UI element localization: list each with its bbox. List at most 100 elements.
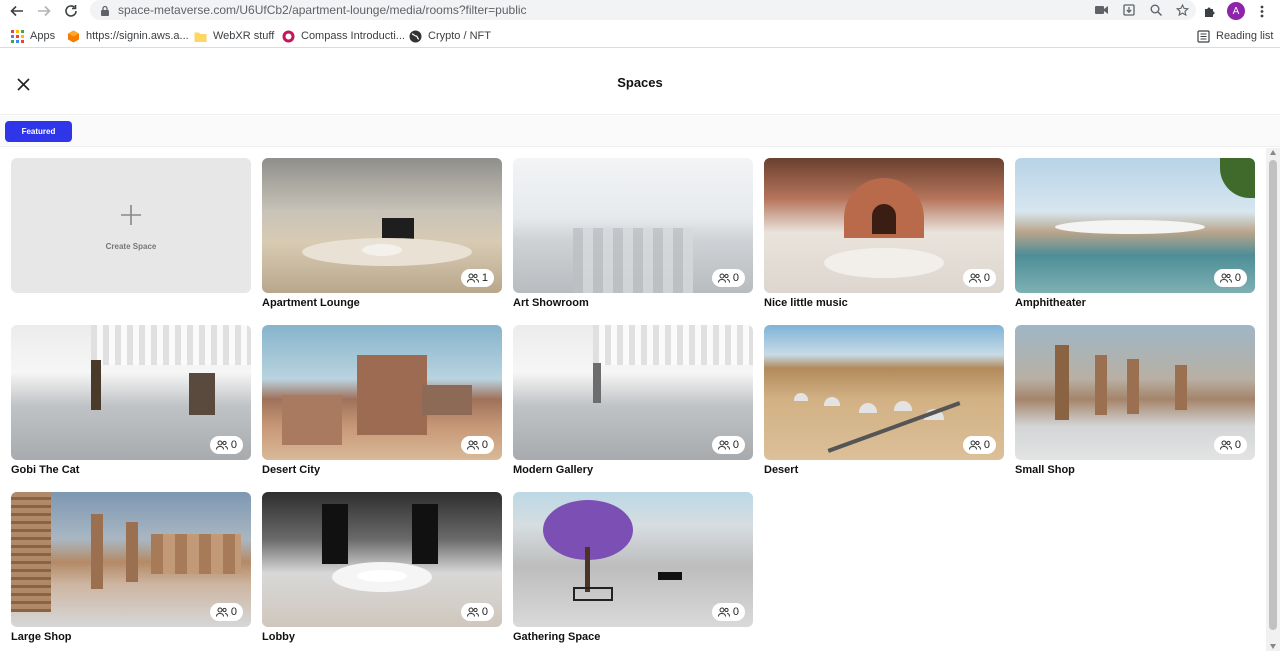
profile-avatar[interactable]: A xyxy=(1226,1,1246,21)
create-space-tile[interactable]: Create Space xyxy=(11,158,251,293)
browser-menu-icon[interactable] xyxy=(1252,1,1272,21)
space-card-modern-gallery[interactable]: 0 Modern Gallery xyxy=(513,315,753,476)
space-thumbnail[interactable]: 0 xyxy=(1015,158,1255,293)
space-thumbnail[interactable]: 0 xyxy=(764,158,1004,293)
camera-icon[interactable] xyxy=(1088,0,1115,20)
browser-toolbar: space-metaverse.com/U6UfCb2/apartment-lo… xyxy=(0,0,1280,22)
space-card-art-showroom[interactable]: 0 Art Showroom xyxy=(513,148,753,309)
spaces-header: Spaces xyxy=(0,49,1280,115)
bookmark-webxr[interactable]: WebXR stuff xyxy=(194,28,274,44)
occupancy-badge: 0 xyxy=(962,269,996,287)
forward-icon[interactable] xyxy=(34,1,54,21)
bookmark-crypto[interactable]: Crypto / NFT xyxy=(409,28,491,44)
space-thumbnail[interactable]: 0 xyxy=(513,492,753,627)
back-icon[interactable] xyxy=(7,1,27,21)
people-icon xyxy=(466,273,479,283)
space-name: Desert xyxy=(764,464,799,476)
space-name: Apartment Lounge xyxy=(262,297,360,309)
space-name: Gobi The Cat xyxy=(11,464,80,476)
occupancy-badge: 0 xyxy=(711,269,745,287)
space-thumbnail[interactable]: 0 xyxy=(11,325,251,460)
plus-icon xyxy=(121,205,141,225)
space-thumbnail[interactable]: 0 xyxy=(262,492,502,627)
people-icon xyxy=(466,607,479,617)
occupancy-badge: 0 xyxy=(460,603,494,621)
tab-featured[interactable]: Featured xyxy=(5,121,72,142)
occupancy-badge: 0 xyxy=(209,436,243,454)
page-title: Spaces xyxy=(617,75,663,90)
space-card-nice-little-music[interactable]: 0 Nice little music xyxy=(764,148,1004,309)
extensions-icon[interactable] xyxy=(1199,1,1219,21)
space-thumbnail[interactable]: 1 xyxy=(262,158,502,293)
create-space-label: Create Space xyxy=(105,242,157,251)
create-space-card[interactable]: Create Space xyxy=(11,148,251,308)
reading-list-icon xyxy=(1197,29,1210,43)
people-icon xyxy=(1219,440,1232,450)
apps-grid-icon xyxy=(11,29,24,43)
space-name: Modern Gallery xyxy=(513,464,594,476)
zoom-icon[interactable] xyxy=(1142,0,1169,20)
occupancy-badge: 0 xyxy=(209,603,243,621)
space-card-desert[interactable]: 0 Desert xyxy=(764,315,1004,476)
space-thumbnail[interactable]: 0 xyxy=(513,158,753,293)
aws-cube-icon xyxy=(68,30,79,42)
people-icon xyxy=(215,607,228,617)
people-icon xyxy=(215,440,228,450)
occupancy-badge: 0 xyxy=(711,436,745,454)
occupancy-badge: 0 xyxy=(460,436,494,454)
occupancy-badge: 0 xyxy=(1213,269,1247,287)
space-card-gathering-space[interactable]: 0 Gathering Space xyxy=(513,482,753,643)
space-name: Desert City xyxy=(262,464,321,476)
install-app-icon[interactable] xyxy=(1115,0,1142,20)
scroll-up-arrow[interactable] xyxy=(1270,150,1276,155)
people-icon xyxy=(968,273,981,283)
space-thumbnail[interactable]: 0 xyxy=(513,325,753,460)
space-card-small-shop[interactable]: 0 Small Shop xyxy=(1015,315,1255,476)
reload-icon[interactable] xyxy=(61,1,81,21)
people-icon xyxy=(1219,273,1232,283)
spaces-grid: Create Space 1 Apartment Lounge 0 Art Sh… xyxy=(0,148,1266,651)
space-card-gobi-the-cat[interactable]: 0 Gobi The Cat xyxy=(11,315,251,476)
space-name: Small Shop xyxy=(1015,464,1075,476)
address-bar[interactable]: space-metaverse.com/U6UfCb2/apartment-lo… xyxy=(90,0,1196,20)
space-name: Large Shop xyxy=(11,631,72,643)
space-card-lobby[interactable]: 0 Lobby xyxy=(262,482,502,643)
folder-icon xyxy=(194,32,207,42)
space-name: Nice little music xyxy=(764,297,848,309)
occupancy-badge: 0 xyxy=(962,436,996,454)
reading-list-button[interactable]: Reading list xyxy=(1197,28,1273,44)
space-name: Lobby xyxy=(262,631,295,643)
space-thumbnail[interactable]: 0 xyxy=(262,325,502,460)
space-thumbnail[interactable]: 0 xyxy=(1015,325,1255,460)
space-card-apartment-lounge[interactable]: 1 Apartment Lounge xyxy=(262,148,502,309)
space-card-desert-city[interactable]: 0 Desert City xyxy=(262,315,502,476)
scroll-down-arrow[interactable] xyxy=(1270,644,1276,649)
filter-tabs: Featured xyxy=(0,116,1280,147)
compass-logo-icon xyxy=(282,30,295,42)
space-card-amphitheater[interactable]: 0 Amphitheater xyxy=(1015,148,1255,309)
bookmark-star-icon[interactable] xyxy=(1169,0,1196,20)
space-thumbnail[interactable]: 0 xyxy=(764,325,1004,460)
space-name: Amphitheater xyxy=(1015,297,1086,309)
people-icon xyxy=(717,273,730,283)
scrollbar-thumb[interactable] xyxy=(1269,160,1277,630)
people-icon xyxy=(717,440,730,450)
occupancy-badge: 1 xyxy=(460,269,494,287)
people-icon xyxy=(717,607,730,617)
people-icon xyxy=(968,440,981,450)
scrollbar[interactable] xyxy=(1266,148,1280,651)
globe-icon xyxy=(409,30,422,42)
bookmark-apps[interactable]: Apps xyxy=(11,28,55,44)
lock-icon xyxy=(101,5,109,16)
people-icon xyxy=(466,440,479,450)
bookmarks-bar: Apps https://signin.aws.a... WebXR stuff… xyxy=(0,24,1280,48)
bookmark-compass[interactable]: Compass Introducti... xyxy=(282,28,405,44)
space-card-large-shop[interactable]: 0 Large Shop xyxy=(11,482,251,643)
space-name: Art Showroom xyxy=(513,297,589,309)
bookmark-aws[interactable]: https://signin.aws.a... xyxy=(67,28,189,44)
url-text: space-metaverse.com/U6UfCb2/apartment-lo… xyxy=(118,3,527,17)
space-thumbnail[interactable]: 0 xyxy=(11,492,251,627)
occupancy-badge: 0 xyxy=(1213,436,1247,454)
occupancy-badge: 0 xyxy=(711,603,745,621)
space-name: Gathering Space xyxy=(513,631,601,643)
